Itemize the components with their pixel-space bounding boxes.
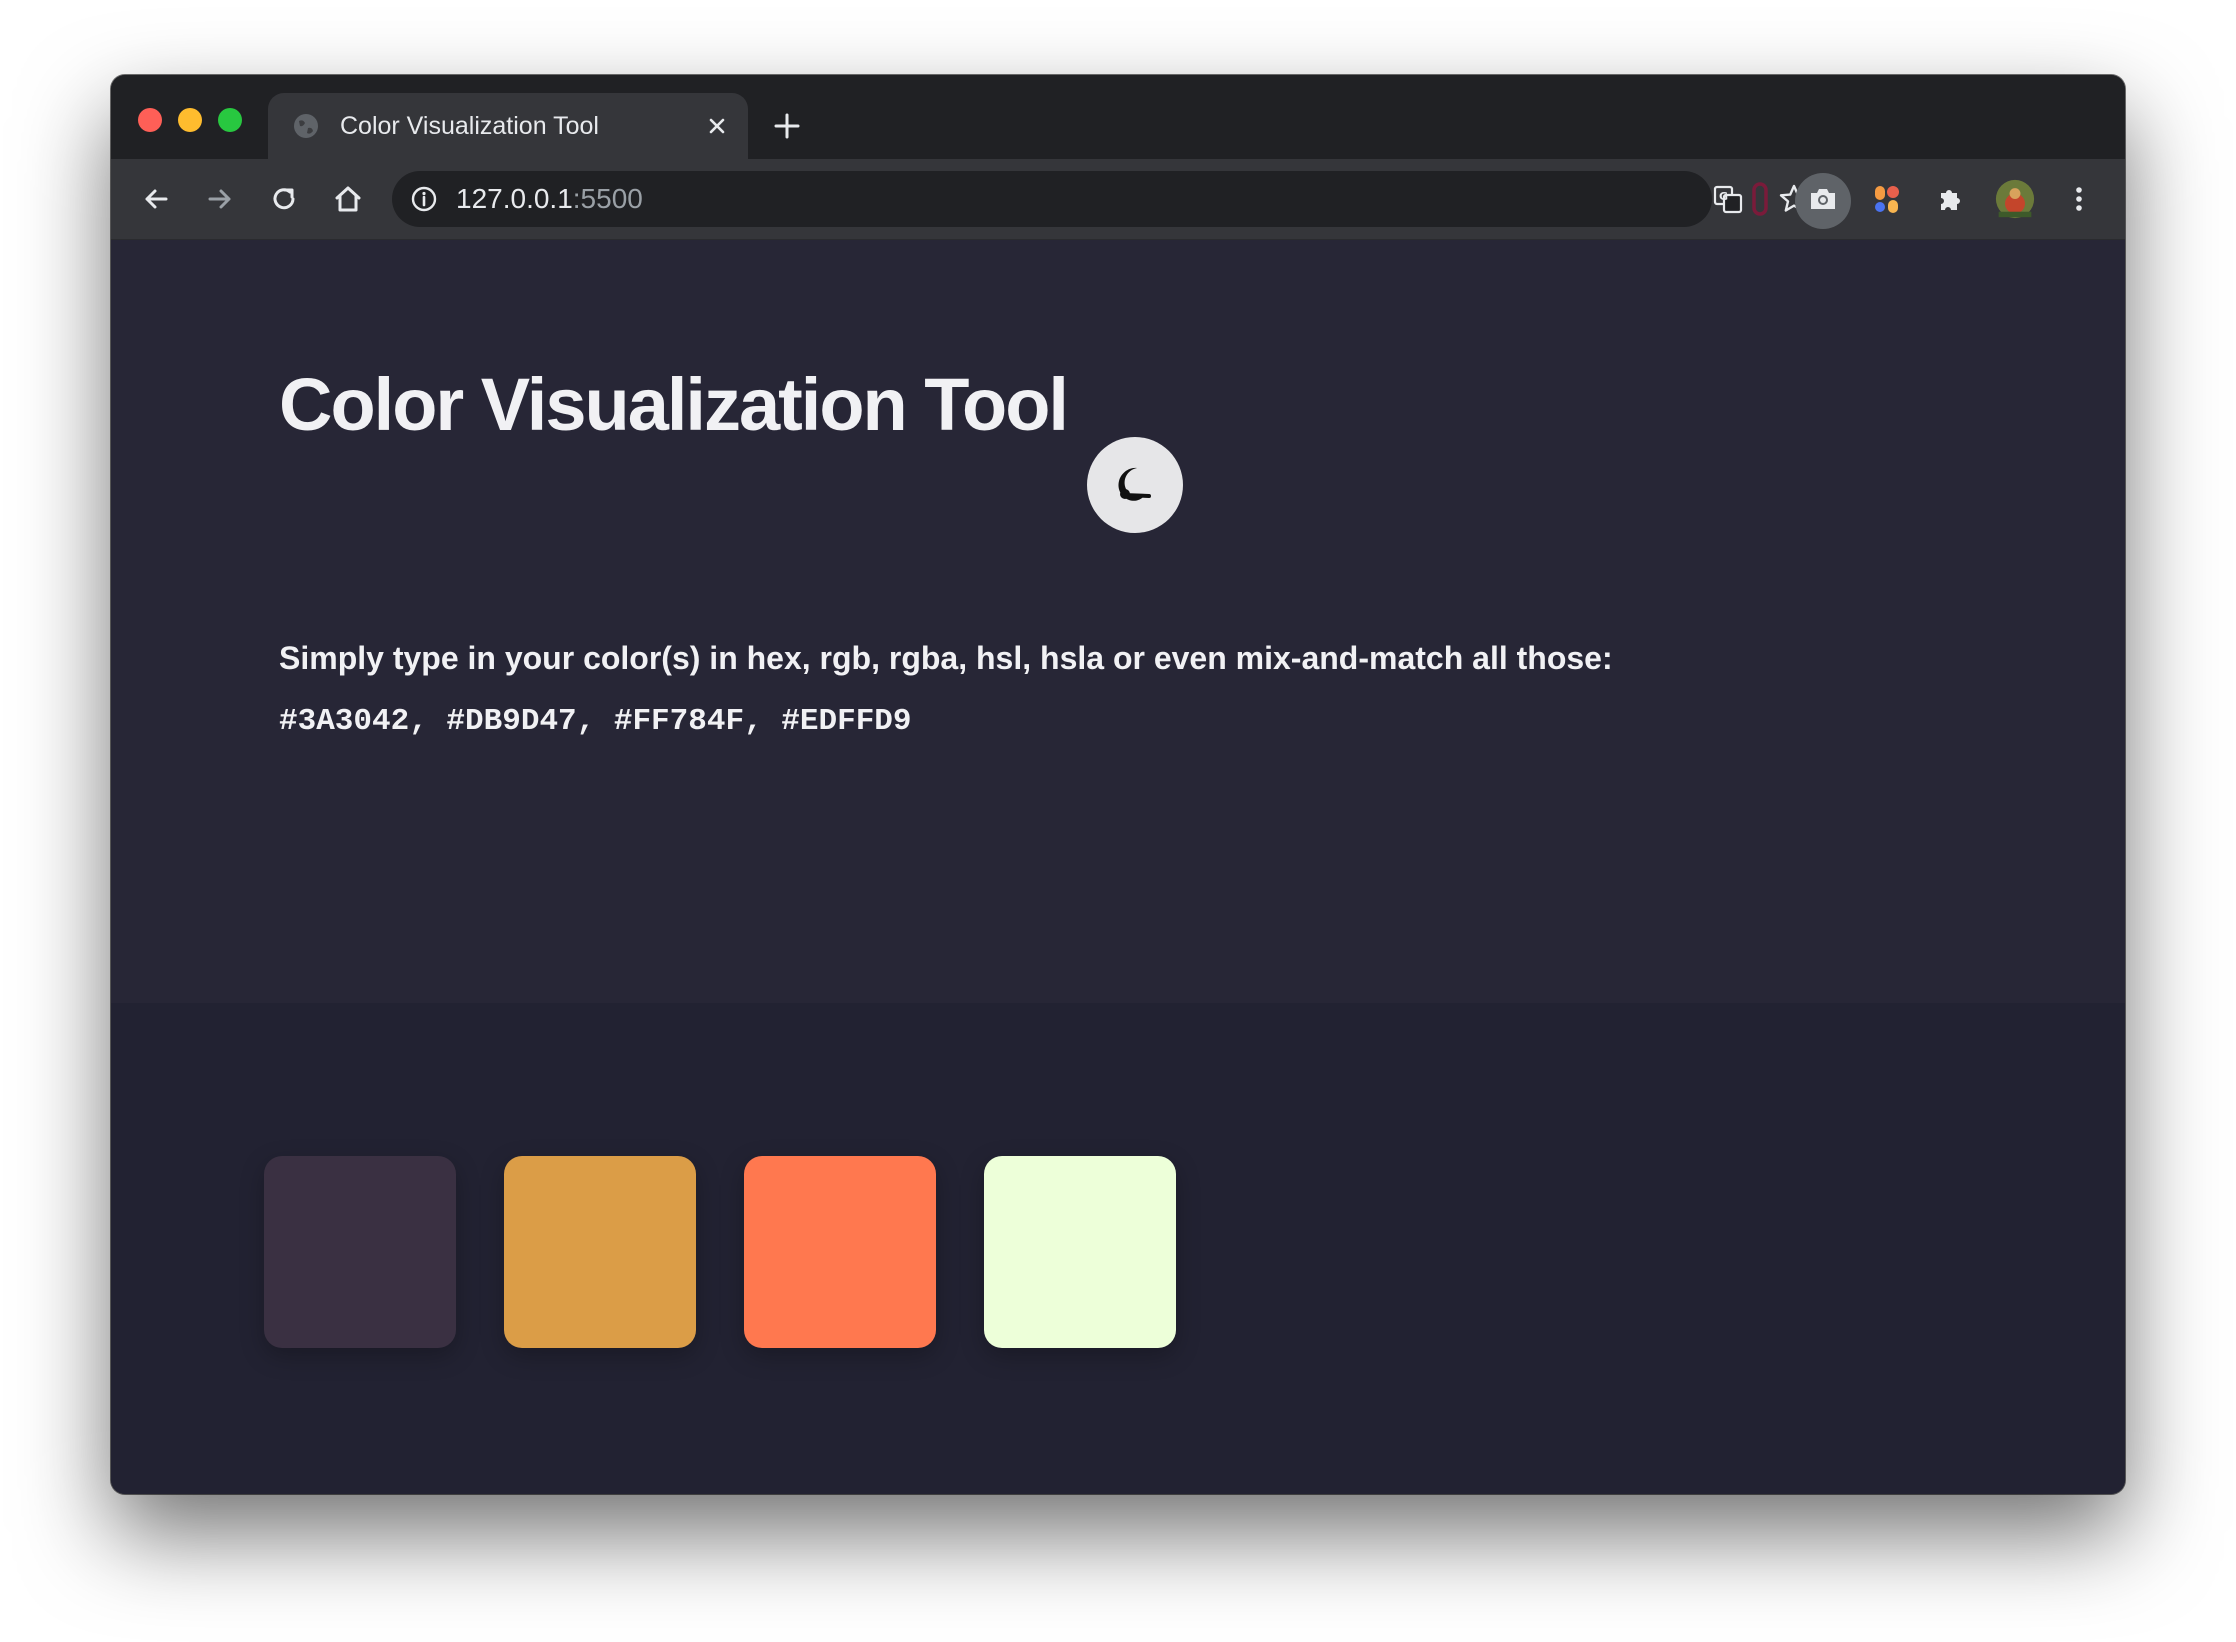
color-swatch[interactable] [504,1156,696,1348]
color-input[interactable] [279,702,1879,742]
instruction-text: Simply type in your color(s) in hex, rgb… [279,640,1613,676]
reload-icon [273,188,295,210]
address-bar[interactable]: 127.0.0.1:5500 G [392,171,1809,227]
globe-icon [294,114,318,138]
color-swatch[interactable] [984,1156,1176,1348]
extensions-button[interactable] [1931,179,1971,219]
page-title: Color Visualization Tool [279,363,1069,446]
app-grid-icon [1875,186,1899,213]
avatar-icon [1995,179,2035,219]
close-tab-icon[interactable] [704,113,730,139]
close-window-button[interactable] [138,108,162,132]
browser-menu-button[interactable] [2059,179,2099,219]
url-text: 127.0.0.1:5500 [456,183,643,214]
theme-toggle-button[interactable] [1087,437,1183,533]
svg-text:G: G [1719,190,1728,203]
browser-tab[interactable]: Color Visualization Tool [268,93,748,159]
maximize-window-button[interactable] [218,108,242,132]
new-tab-icon[interactable] [772,111,802,141]
tab-strip: Color Visualization Tool [111,75,2125,159]
info-icon[interactable] [410,185,438,213]
forward-button[interactable] [200,179,240,219]
input-section: Color Visualization Tool Simply type in … [111,240,2125,1003]
home-icon [335,186,361,212]
home-button[interactable] [328,179,368,219]
browser-window: Color Visualization Tool 127.0.0.1:5500 … [111,75,2125,1494]
profile-avatar[interactable] [1995,179,2035,219]
moon-icon [1118,467,1151,501]
minimize-window-button[interactable] [178,108,202,132]
arrow-left-icon [145,189,168,209]
extension-red-clip[interactable] [1740,179,1780,219]
browser-toolbar: 127.0.0.1:5500 G [111,159,2125,240]
extension-colorful[interactable] [1867,179,1907,219]
color-swatch[interactable] [264,1156,456,1348]
swatch-section [111,1003,2125,1494]
puzzle-icon [1941,190,1960,210]
color-swatch[interactable] [744,1156,936,1348]
camera-icon [1811,189,1835,209]
kebab-menu-icon [2076,187,2082,211]
back-button[interactable] [136,179,176,219]
paperclip-icon [1752,182,1768,216]
arrow-right-icon [208,189,231,209]
swatch-list [264,1156,1176,1348]
tab-title: Color Visualization Tool [340,112,599,140]
extension-screenshot[interactable] [1803,179,1843,219]
reload-button[interactable] [264,179,304,219]
page-content: Color Visualization Tool Simply type in … [111,240,2125,1494]
